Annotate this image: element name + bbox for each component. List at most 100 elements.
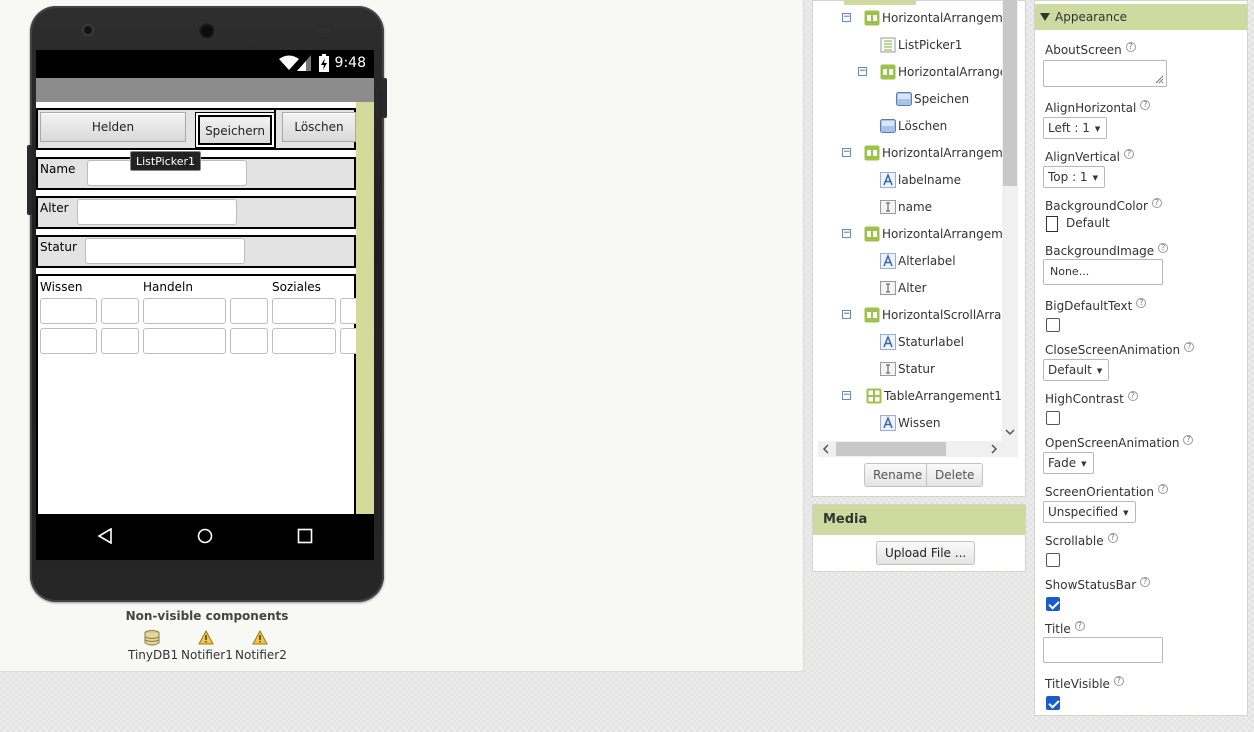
help-icon[interactable]: ? <box>1140 100 1151 110</box>
collapse-toggle[interactable]: − <box>858 67 867 76</box>
arrangement-alter[interactable]: Alter <box>36 196 356 229</box>
showstatusbar-checkbox[interactable] <box>1046 597 1060 611</box>
screenorientation-dropdown[interactable]: Unspecified ▼ <box>1043 501 1136 523</box>
title-input[interactable] <box>1043 637 1163 663</box>
table-cell[interactable] <box>143 298 226 324</box>
table-cell[interactable] <box>143 328 226 354</box>
table-arrangement[interactable]: Wissen Handeln Soziales <box>36 274 356 514</box>
alignvertical-dropdown[interactable]: Top : 1 ▼ <box>1043 166 1105 188</box>
table-cell[interactable] <box>340 328 356 354</box>
backgroundcolor-value[interactable]: Default <box>1066 216 1110 230</box>
closescreenanimation-dropdown[interactable]: Default ▼ <box>1043 359 1110 381</box>
tree-node[interactable]: Speichen <box>896 88 969 110</box>
prop-name: AboutScreen <box>1045 43 1122 57</box>
tree-node[interactable]: Alter <box>880 277 927 299</box>
resize-grip-icon[interactable] <box>1154 74 1164 84</box>
bigdefaulttext-checkbox[interactable] <box>1046 318 1060 332</box>
alignhorizontal-dropdown[interactable]: Left : 1 ▼ <box>1043 117 1108 139</box>
collapse-triangle-icon[interactable] <box>1040 12 1050 22</box>
collapse-toggle[interactable]: − <box>842 229 851 238</box>
horizontal-arrangement-icon <box>880 64 896 80</box>
alter-textbox[interactable] <box>77 199 237 225</box>
tree-node[interactable]: Staturlabel <box>880 331 964 353</box>
nonvisible-item[interactable]: TinyDB1 <box>128 630 178 662</box>
help-icon[interactable]: ? <box>1183 435 1194 445</box>
scrollable-checkbox[interactable] <box>1046 553 1060 567</box>
prop-name: ScreenOrientation <box>1045 485 1155 499</box>
tree-node[interactable]: labelname <box>880 169 961 191</box>
home-icon[interactable] <box>197 528 213 544</box>
collapse-toggle[interactable]: − <box>842 148 851 157</box>
table-cell[interactable] <box>272 328 336 354</box>
help-icon[interactable]: ? <box>1125 42 1136 52</box>
table-cell[interactable] <box>230 298 268 324</box>
help-icon[interactable]: ? <box>1158 243 1169 253</box>
statur-textbox[interactable] <box>85 238 245 264</box>
table-cell[interactable] <box>272 298 336 324</box>
titlevisible-checkbox[interactable] <box>1046 696 1060 710</box>
loeschen-button[interactable]: Löschen <box>282 112 356 142</box>
tree-node[interactable]: HorizontalArrangement <box>864 223 1018 245</box>
help-icon[interactable]: ? <box>1113 676 1124 686</box>
phone-side-button-right <box>382 78 387 118</box>
dropdown-arrow-icon: ▼ <box>1123 509 1129 517</box>
speichern-button[interactable]: Speichern <box>198 115 272 145</box>
backgroundimage-picker[interactable]: None... <box>1043 259 1163 285</box>
highcontrast-checkbox[interactable] <box>1046 411 1060 425</box>
help-icon[interactable]: ? <box>1124 149 1135 159</box>
tree-node[interactable]: Alterlabel <box>880 250 956 272</box>
tree-horizontal-scroll-thumb[interactable] <box>836 442 946 456</box>
aboutscreen-textarea[interactable] <box>1043 60 1167 87</box>
table-cell[interactable] <box>340 298 356 324</box>
table-cell[interactable] <box>101 298 139 324</box>
textbox-icon <box>880 200 896 214</box>
help-icon[interactable]: ? <box>1140 577 1151 587</box>
back-icon[interactable] <box>98 528 112 544</box>
upload-file-button[interactable]: Upload File ... <box>876 541 976 565</box>
label-icon <box>880 172 896 188</box>
nonvisible-item[interactable]: Notifier1 <box>181 630 233 662</box>
recents-icon[interactable] <box>297 528 313 544</box>
table-cell[interactable] <box>40 298 97 324</box>
collapse-toggle[interactable]: − <box>842 310 851 319</box>
tree-node[interactable]: Statur <box>880 358 935 380</box>
tree-node[interactable]: HorizontalArrangement <box>880 61 1018 83</box>
scroll-down-arrow-icon[interactable] <box>1005 428 1015 436</box>
table-cell[interactable] <box>40 328 97 354</box>
help-icon[interactable]: ? <box>1107 533 1118 543</box>
tree-node[interactable]: TableArrangement1 <box>866 385 1002 407</box>
rename-button[interactable]: Rename <box>864 463 932 487</box>
table-cell[interactable] <box>101 328 139 354</box>
tree-vertical-scroll-thumb[interactable] <box>1003 0 1017 186</box>
arrangement-buttons[interactable]: Helden Speichern Löschen <box>36 108 356 150</box>
arrangement-statur[interactable]: Statur <box>36 235 356 268</box>
tree-node[interactable]: HorizontalArrangement <box>864 142 1018 164</box>
tree-node[interactable]: Löschen <box>880 115 947 137</box>
tree-node[interactable]: HorizontalScrollArrangement <box>864 304 1018 326</box>
appearance-section-header[interactable]: Appearance <box>1035 4 1247 30</box>
prop-scrollable: Scrollable? <box>1045 533 1118 548</box>
table-cell[interactable] <box>230 328 268 354</box>
collapse-toggle[interactable]: − <box>842 13 851 22</box>
tree-node[interactable]: ListPicker1 <box>880 34 962 56</box>
helden-button[interactable]: Helden <box>40 112 186 142</box>
help-icon[interactable]: ? <box>1158 484 1169 494</box>
tree-node[interactable]: Wissen <box>880 412 940 434</box>
help-icon[interactable]: ? <box>1136 298 1147 308</box>
tree-node[interactable]: HorizontalArrangement <box>864 7 1018 29</box>
help-icon[interactable]: ? <box>1151 198 1162 208</box>
dropdown-value: Top : 1 <box>1048 170 1088 184</box>
tree-node[interactable]: name <box>880 196 932 218</box>
nonvisible-item[interactable]: Notifier2 <box>235 630 287 662</box>
help-icon[interactable]: ? <box>1074 621 1085 631</box>
help-icon[interactable]: ? <box>1127 391 1138 401</box>
delete-button[interactable]: Delete <box>926 463 984 487</box>
color-swatch[interactable] <box>1046 216 1058 232</box>
scroll-left-arrow-icon[interactable] <box>822 444 830 454</box>
dropdown-arrow-icon: ▼ <box>1094 125 1101 133</box>
scroll-right-arrow-icon[interactable] <box>990 444 998 454</box>
collapse-toggle[interactable]: − <box>842 391 851 400</box>
prop-titlevisible: TitleVisible? <box>1045 676 1124 691</box>
openscreenanimation-dropdown[interactable]: Fade ▼ <box>1043 452 1094 474</box>
help-icon[interactable]: ? <box>1184 342 1195 352</box>
